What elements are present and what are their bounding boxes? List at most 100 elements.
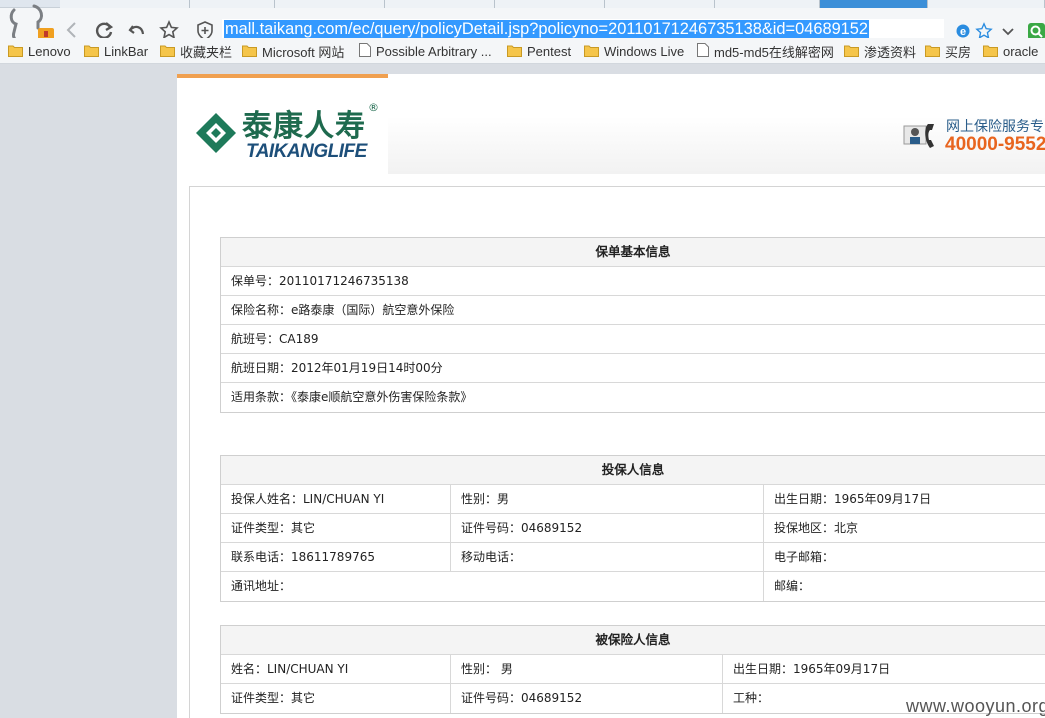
bookmark-label: Windows Live — [604, 44, 685, 59]
applicant-email: 电子邮箱： — [774, 550, 835, 564]
bookmark-label: oracle — [1003, 44, 1039, 59]
browser-tab[interactable] — [928, 0, 1045, 8]
page-icon — [697, 43, 709, 60]
insured-name: 姓名：LIN/CHUAN YI — [221, 655, 451, 683]
page-icon — [359, 43, 371, 60]
folder-icon — [925, 44, 940, 60]
applicant-info-table: 投保人信息 投保人姓名：LIN/CHUAN YI 性别：男 出生日期：1965年… — [220, 455, 1045, 602]
logo-chinese-name: 泰康人寿 — [242, 109, 366, 144]
policy-number: 保单号：20110171246735138 — [221, 267, 1045, 296]
applicant-mobile: 移动电话： — [451, 543, 764, 571]
bookmark-item[interactable]: 渗透资料 — [844, 43, 916, 60]
tab-strip — [0, 0, 1045, 8]
flight-number: 航班号：CA189 — [221, 325, 1045, 354]
section-title: 被保险人信息 — [221, 626, 1045, 655]
star-icon — [159, 20, 179, 40]
applicant-phone: 联系电话：18611789765 — [221, 543, 451, 571]
bookmark-item[interactable]: 收藏夹栏 — [160, 43, 232, 60]
diamond-logo-icon — [196, 113, 236, 153]
folder-icon — [242, 44, 257, 60]
applicant-birthdate: 出生日期：1965年09月17日 — [774, 492, 932, 506]
applicant-name: 投保人姓名：LIN/CHUAN YI — [221, 485, 451, 513]
hotline-number: 40000-9552 — [945, 134, 1045, 155]
applicant-id-type: 证件类型：其它 — [221, 514, 451, 542]
insured-birthdate: 出生日期：1965年09月17日 — [733, 662, 891, 676]
section-title: 投保人信息 — [221, 456, 1045, 485]
browser-tab[interactable] — [605, 0, 715, 8]
bookmark-label: 买房 — [945, 45, 972, 60]
flight-number-text: 航班号：CA189 — [231, 332, 319, 346]
browser-toolbar: mall.taikang.com/ec/query/policyDetail.j… — [0, 4, 1045, 42]
bookmark-label: Pentest — [527, 44, 572, 59]
bookmark-item[interactable]: oracle — [983, 43, 1038, 60]
svg-text:e: e — [960, 26, 966, 38]
browser-window: mall.taikang.com/ec/query/policyDetail.j… — [0, 0, 1045, 718]
insurance-name: 保险名称：e路泰康（国际）航空意外保险 — [221, 296, 1045, 325]
table-row: 投保人姓名：LIN/CHUAN YI 性别：男 出生日期：1965年09月17日 — [221, 485, 1045, 514]
flight-date-text: 航班日期：2012年01月19日14时00分 — [231, 361, 443, 375]
applicant-id-number: 证件号码：04689152 — [451, 514, 764, 542]
insured-id-type: 证件类型：其它 — [221, 684, 451, 713]
insurance-name-text: 保险名称：e路泰康（国际）航空意外保险 — [231, 303, 455, 317]
folder-icon — [983, 44, 998, 60]
bookmark-item[interactable]: Microsoft 网站 — [242, 43, 344, 60]
bookmark-label: md5-md5在线解密网 — [714, 45, 834, 60]
browser-tab[interactable] — [275, 0, 385, 8]
table-row: 通讯地址： 邮编： — [221, 572, 1045, 601]
folder-icon — [507, 44, 522, 60]
header-accent-line — [177, 74, 388, 78]
hotline-label: 网上保险服务专 — [946, 118, 1044, 134]
policy-number-text: 保单号：20110171246735138 — [231, 274, 409, 288]
bookmark-label: Lenovo — [28, 44, 71, 59]
bookmark-label: 渗透资料 — [864, 45, 917, 60]
insured-gender: 性别： 男 — [451, 655, 723, 683]
folder-icon — [8, 44, 23, 60]
folder-icon — [844, 44, 859, 60]
browser-tab[interactable] — [715, 0, 820, 8]
browser-tab[interactable] — [60, 0, 190, 8]
folder-icon — [584, 44, 599, 60]
flight-date: 航班日期：2012年01月19日14时00分 — [221, 354, 1045, 383]
bookmarks-bar: Lenovo LinkBar 收藏夹栏 Microsoft 网站 Possible Ar… — [0, 38, 1045, 64]
bookmark-label: 收藏夹栏 — [180, 45, 233, 60]
undo-icon — [128, 25, 145, 35]
bookmark-item[interactable]: md5-md5在线解密网 — [697, 43, 834, 60]
applicant-region: 投保地区：北京 — [774, 521, 859, 535]
logo-english-name: TAIKANGLIFE — [246, 141, 367, 162]
bookmark-label: Microsoft 网站 — [262, 45, 345, 60]
bookmark-label: Possible Arbitrary ... — [376, 44, 492, 59]
search-icon — [1028, 22, 1045, 40]
bookmark-item[interactable]: LinkBar — [84, 43, 148, 60]
folder-icon — [160, 44, 175, 60]
table-row: 姓名：LIN/CHUAN YI 性别： 男 出生日期：1965年09月17日 — [221, 655, 1045, 684]
section-title: 保单基本信息 — [221, 238, 1045, 267]
browser-tab[interactable] — [190, 0, 275, 8]
bookmark-item[interactable]: Lenovo — [8, 43, 71, 60]
applicant-postcode: 邮编： — [774, 579, 811, 593]
url-text[interactable]: mall.taikang.com/ec/query/policyDetail.j… — [224, 20, 870, 39]
table-row: 联系电话：18611789765 移动电话： 电子邮箱： — [221, 543, 1045, 572]
bookmark-item[interactable]: 买房 — [925, 43, 971, 60]
browser-tab[interactable] — [385, 0, 495, 8]
applicable-terms: 适用条款：《泰康e顺航空意外伤害保险条款》 — [221, 383, 1045, 412]
insured-id-number: 证件号码：04689152 — [451, 684, 723, 713]
bookmark-label: LinkBar — [104, 44, 149, 59]
applicant-gender: 性别：男 — [451, 485, 764, 513]
taikang-logo[interactable]: 泰康人寿 ® TAIKANGLIFE — [194, 101, 384, 163]
table-row: 证件类型：其它 证件号码：04689152 投保地区：北京 — [221, 514, 1045, 543]
policy-basic-info-table: 保单基本信息 保单号：20110171246735138 保险名称：e路泰康（国… — [220, 237, 1045, 413]
customer-service-icon — [903, 124, 934, 148]
folder-icon — [84, 44, 99, 60]
bookmark-item[interactable]: Windows Live — [584, 43, 684, 60]
browser-tab-active[interactable] — [820, 0, 928, 8]
service-hotline: 网上保险服务专 40000-9552 — [902, 114, 1045, 160]
applicant-address: 通讯地址： — [221, 572, 764, 601]
registered-mark: ® — [368, 101, 379, 114]
watermark: www.wooyun.org — [906, 696, 1045, 716]
bookmark-item[interactable]: Possible Arbitrary ... — [359, 43, 492, 60]
chevron-down-icon — [1002, 28, 1014, 36]
applicable-terms-text: 适用条款：《泰康e顺航空意外伤害保险条款》 — [231, 390, 473, 404]
bookmark-item[interactable]: Pentest — [507, 43, 571, 60]
ie-icon: e — [956, 24, 970, 38]
browser-tab[interactable] — [495, 0, 605, 8]
